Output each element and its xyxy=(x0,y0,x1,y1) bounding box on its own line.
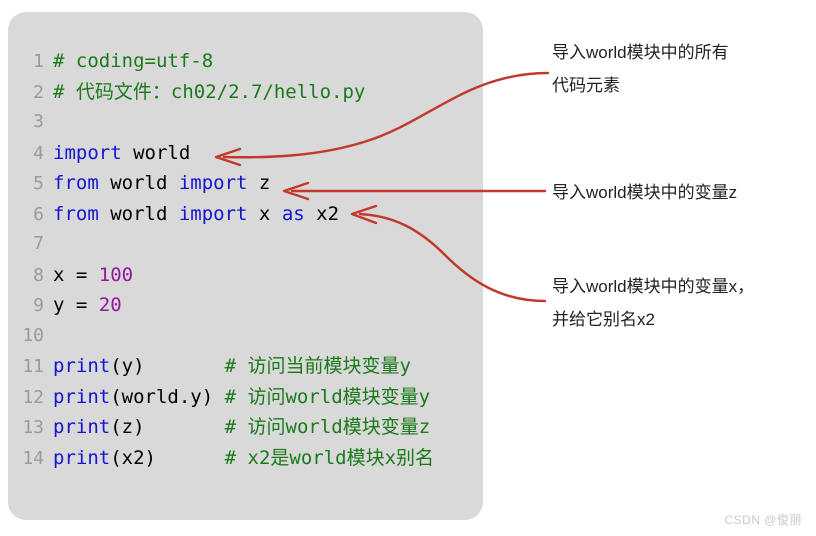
token-number: 100 xyxy=(98,263,134,286)
code-line: 3 xyxy=(8,107,483,138)
line-number: 7 xyxy=(33,233,44,254)
code-line: 9 y = 20 xyxy=(8,290,483,321)
token-func: print xyxy=(53,385,111,408)
annotation-text-import-x-alias: 导入world模块中的变量x， 并给它别名x2 xyxy=(552,277,755,329)
token-comment: # 访问world模块变量y xyxy=(224,385,431,408)
token-keyword: from xyxy=(53,202,99,225)
code-line: 1 # coding=utf-8 xyxy=(8,46,483,77)
code-line: 14 print(x2) # x2是world模块x别名 xyxy=(8,443,483,474)
code-text: from world import x as x2 xyxy=(53,199,339,230)
line-number: 12 xyxy=(22,386,44,408)
token-plain: (z) xyxy=(110,416,145,438)
code-line: 13 print(z) # 访问world模块变量z xyxy=(8,412,483,443)
token-func: print xyxy=(53,355,111,377)
code-listing: 1 # coding=utf-8 2 # 代码文件：ch02/2.7/hello.py… xyxy=(8,46,483,473)
code-line: 8 x = 100 xyxy=(8,260,483,291)
code-text: y = 20 xyxy=(53,290,122,321)
code-line: 4 import world xyxy=(8,138,483,169)
token-keyword: import xyxy=(178,172,248,194)
code-line: 5 from world import z xyxy=(8,168,483,199)
code-text: x = 100 xyxy=(53,260,133,291)
line-number: 4 xyxy=(33,142,44,164)
token-plain: x xyxy=(247,202,282,225)
token-comment: # x2是world模块x别名 xyxy=(224,446,435,469)
code-line: 2 # 代码文件：ch02/2.7/hello.py xyxy=(8,77,483,108)
code-text: # coding=utf-8 xyxy=(53,46,213,77)
token-plain: x2 xyxy=(304,202,340,225)
token-plain: (x2) xyxy=(110,446,156,469)
code-line: 6 from world import x as x2 xyxy=(8,199,483,230)
token-keyword: as xyxy=(281,202,305,225)
line-number: 13 xyxy=(22,417,44,438)
code-text: import world xyxy=(53,138,190,169)
token-keyword: from xyxy=(53,172,99,194)
token-number: 20 xyxy=(98,294,122,316)
token-comment: # coding=utf-8 xyxy=(53,50,214,72)
token-func: print xyxy=(53,446,111,469)
code-line: 11 print(y) # 访问当前模块变量y xyxy=(8,351,483,382)
token-plain: world xyxy=(98,202,179,225)
token-comment: # 代码文件：ch02/2.7/hello.py xyxy=(53,80,366,103)
code-line: 12 print(world.y) # 访问world模块变量y xyxy=(8,382,483,413)
annotation-text-import-world: 导入world模块中的所有 代码元素 xyxy=(552,43,729,95)
line-number: 3 xyxy=(33,111,44,132)
code-text: print(world.y) # 访问world模块变量y xyxy=(53,382,430,413)
line-number: 14 xyxy=(22,447,44,469)
token-plain: (world.y) xyxy=(110,385,214,408)
code-text: print(x2) # x2是world模块x别名 xyxy=(53,443,434,474)
line-number: 10 xyxy=(22,324,44,346)
code-text: from world import z xyxy=(53,168,270,199)
token-plain: y = xyxy=(53,294,99,316)
token-keyword: import xyxy=(53,141,122,164)
token-keyword: import xyxy=(178,202,248,225)
token-plain: x = xyxy=(53,263,99,286)
code-text: print(z) # 访问world模块变量z xyxy=(53,412,430,443)
line-number: 9 xyxy=(33,295,44,316)
code-panel: 1 # coding=utf-8 2 # 代码文件：ch02/2.7/hello.py… xyxy=(8,12,483,520)
code-text: # 代码文件：ch02/2.7/hello.py xyxy=(53,77,365,108)
csdn-watermark: CSDN @俊丽 xyxy=(724,513,802,527)
token-plain: (y) xyxy=(110,355,145,377)
token-plain: world xyxy=(121,141,191,164)
code-text: print(y) # 访问当前模块变量y xyxy=(53,351,411,382)
line-number: 6 xyxy=(33,203,44,225)
line-number: 5 xyxy=(33,173,44,194)
line-number: 2 xyxy=(33,81,44,103)
token-comment: # 访问当前模块变量y xyxy=(224,355,411,377)
token-plain: z xyxy=(247,172,271,194)
annotation-text-import-z: 导入world模块中的变量z xyxy=(552,183,738,202)
token-func: print xyxy=(53,416,111,438)
code-line: 7 xyxy=(8,229,483,260)
code-line: 10 xyxy=(8,321,483,352)
line-number: 1 xyxy=(33,51,44,72)
line-number: 8 xyxy=(33,264,44,286)
token-comment: # 访问world模块变量z xyxy=(224,416,431,438)
line-number: 11 xyxy=(22,356,44,377)
token-plain: world xyxy=(98,172,179,194)
